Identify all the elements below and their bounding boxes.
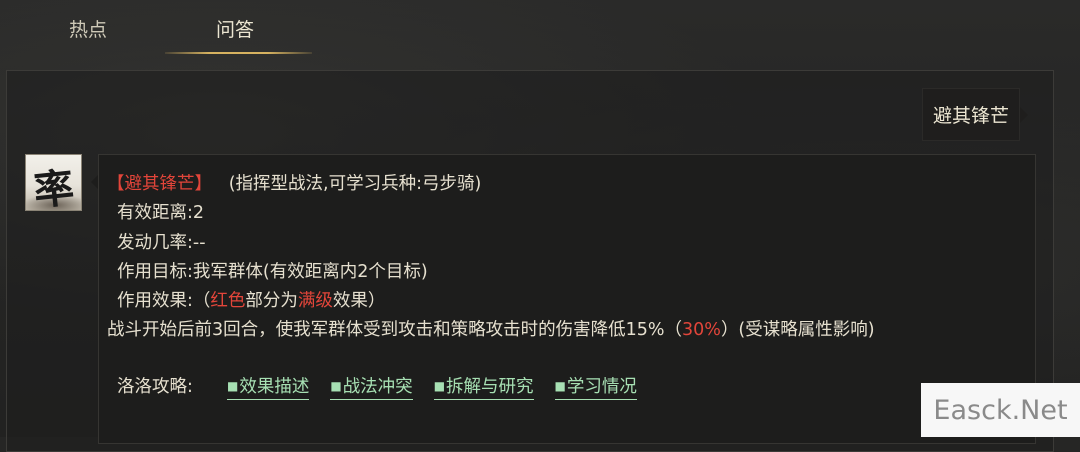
effect-red-text: 红色	[210, 291, 246, 311]
watermark: Easck.Net	[921, 383, 1080, 437]
effect-line: 作用效果:（红色部分为满级效果）	[117, 287, 385, 312]
link-effect-description[interactable]: ■效果描述	[227, 373, 310, 400]
avatar: 率	[25, 154, 82, 211]
link-tactic-conflict[interactable]: ■战法冲突	[330, 373, 413, 400]
square-bullet-icon: ■	[330, 379, 342, 393]
question-text: 避其锋芒	[932, 105, 1009, 127]
link-analysis-research[interactable]: ■拆解与研究	[433, 373, 534, 400]
answer-title-line: 【避其锋芒】 (指挥型战法,可学习兵种:弓步骑)	[107, 170, 481, 195]
guide-label: 洛洛攻略:	[117, 377, 193, 397]
tactic-name: 【避其锋芒】	[107, 174, 212, 194]
rate-line: 发动几率:--	[117, 233, 206, 253]
effect-suffix: 效果）	[332, 291, 386, 311]
guide-links: ■效果描述 ■战法冲突 ■拆解与研究 ■学习情况	[227, 373, 658, 400]
avatar-glyph: 率	[31, 164, 77, 211]
description-max-value: 30%	[682, 320, 721, 340]
question-bubble: 避其锋芒	[922, 88, 1020, 141]
effect-mid: 部分为	[245, 291, 298, 311]
description-suffix: ）(受谋略属性影响)	[720, 320, 875, 340]
effect-max-text: 满级	[297, 291, 333, 311]
tab-hot[interactable]: 热点	[69, 15, 107, 42]
square-bullet-icon: ■	[433, 379, 446, 393]
tab-qa[interactable]: 问答	[216, 15, 254, 42]
range-line: 有效距离:2	[117, 203, 205, 223]
description-line: 战斗开始后前3回合，使我军群体受到攻击和策略攻击时的伤害降低15%（30%）(受…	[107, 316, 875, 341]
link-learning-status[interactable]: ■学习情况	[554, 373, 637, 400]
tactic-type: (指挥型战法,可学习兵种:弓步骑)	[228, 174, 482, 194]
tab-bar: 热点 问答	[0, 0, 400, 60]
watermark-text: Easck.Net	[933, 394, 1068, 426]
square-bullet-icon: ■	[227, 379, 239, 393]
question-bubble-tail	[1020, 107, 1028, 123]
square-bullet-icon: ■	[554, 379, 566, 393]
effect-prefix: 作用效果:（	[117, 291, 211, 311]
answer-bubble-tail	[91, 175, 98, 189]
active-tab-indicator	[165, 52, 312, 54]
target-line: 作用目标:我军群体(有效距离内2个目标)	[117, 262, 428, 282]
description-prefix: 战斗开始后前3回合，使我军群体受到攻击和策略攻击时的伤害降低15%（	[107, 320, 683, 340]
